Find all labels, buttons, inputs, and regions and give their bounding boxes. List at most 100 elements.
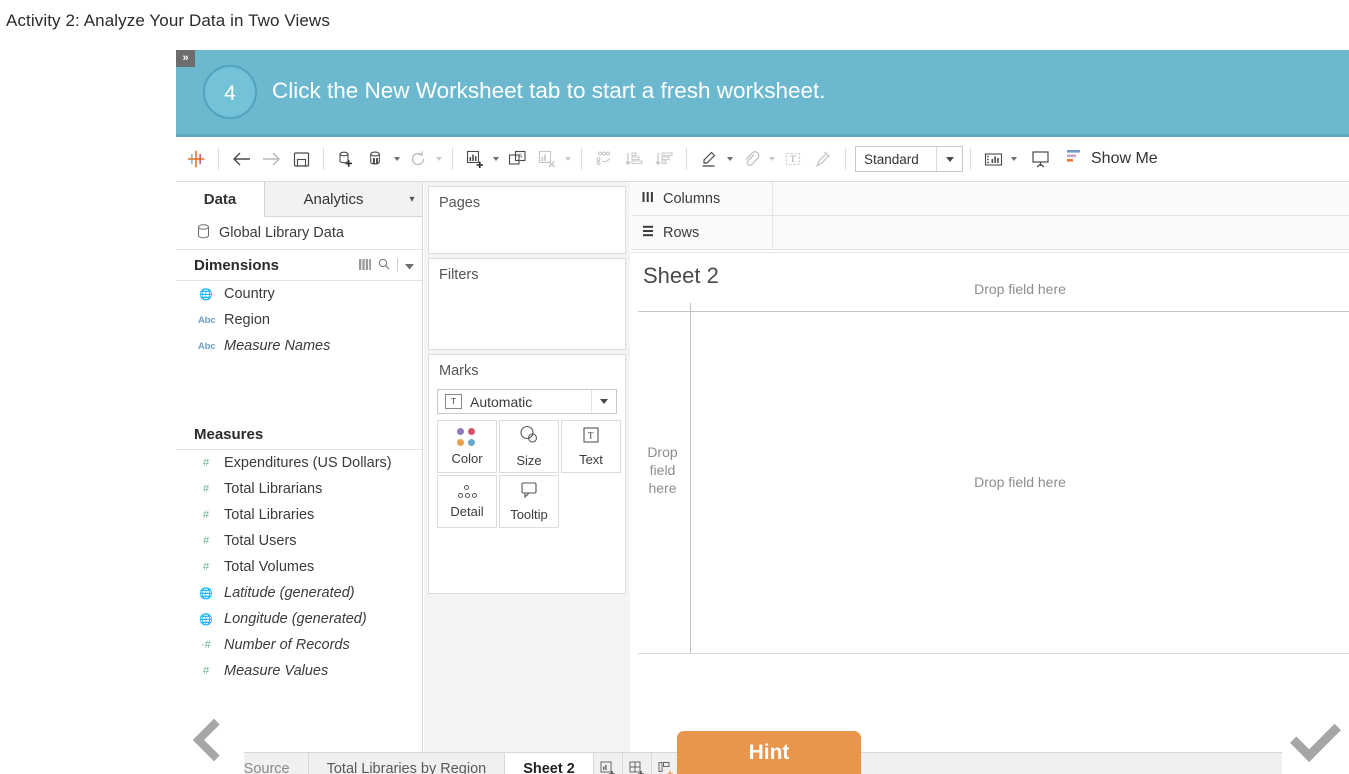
refresh-data-source-icon[interactable] — [403, 144, 433, 174]
marks-tooltip-button[interactable]: Tooltip — [499, 475, 559, 528]
measures-field-list: # Expenditures (US Dollars) # Total Libr… — [176, 450, 422, 684]
workspace-body: Data Analytics ▾ Global Library Data Dim… — [176, 182, 1349, 752]
group-dropdown-caret-icon[interactable] — [766, 144, 778, 174]
hint-button[interactable]: Hint — [677, 731, 861, 774]
columns-drop-zone[interactable] — [773, 182, 1349, 215]
marks-color-button[interactable]: Color — [437, 420, 497, 473]
new-worksheet-icon[interactable] — [460, 144, 490, 174]
field-expenditures[interactable]: # Expenditures (US Dollars) — [176, 450, 422, 476]
group-members-icon[interactable] — [736, 144, 766, 174]
drop-zone-left[interactable]: Drop field here — [639, 443, 686, 497]
field-label: Expenditures (US Dollars) — [224, 455, 392, 471]
sort-ascending-icon[interactable] — [619, 144, 649, 174]
fix-axes-icon[interactable] — [808, 144, 838, 174]
check-answer-button[interactable] — [1282, 706, 1349, 774]
fit-dropdown[interactable]: Standard — [855, 146, 963, 172]
highlight-icon[interactable] — [694, 144, 724, 174]
marks-text-button[interactable]: T Text — [561, 420, 621, 473]
tableau-window: A T — [176, 137, 1349, 774]
marks-card: Marks T Automatic Color — [428, 354, 626, 594]
clear-dropdown-caret-icon[interactable] — [562, 144, 574, 174]
tab-data[interactable]: Data — [176, 182, 265, 217]
svg-text:T: T — [790, 154, 796, 164]
mark-type-caret-icon[interactable] — [591, 390, 616, 413]
presentation-dropdown-caret-icon[interactable] — [1008, 144, 1020, 174]
show-me-button[interactable]: Show Me — [1067, 149, 1158, 169]
new-data-source-icon[interactable] — [331, 144, 361, 174]
field-longitude[interactable]: 🌐 Longitude (generated) — [176, 606, 422, 632]
grid-view-icon[interactable] — [359, 257, 371, 274]
data-source-row[interactable]: Global Library Data — [176, 217, 422, 250]
presentation-mode-icon[interactable] — [978, 144, 1008, 174]
measures-label: Measures — [194, 426, 414, 443]
field-label: Measure Values — [224, 663, 328, 679]
field-measure-names[interactable]: Abc Measure Names — [176, 333, 422, 359]
pages-label: Pages — [429, 187, 625, 211]
axis-horizontal-top — [638, 311, 1349, 312]
highlight-dropdown-caret-icon[interactable] — [724, 144, 736, 174]
pause-dropdown-caret-icon[interactable] — [391, 144, 403, 174]
rows-shelf-label: Rows — [631, 216, 773, 249]
slideshow-icon[interactable] — [1025, 144, 1055, 174]
chevron-down-icon[interactable] — [405, 257, 414, 274]
pages-card[interactable]: Pages — [428, 186, 626, 254]
cards-column: Pages Filters Marks T Automatic — [424, 182, 630, 752]
database-icon — [197, 224, 210, 243]
toolbar-divider — [970, 148, 971, 170]
duplicate-sheet-icon[interactable]: A — [502, 144, 532, 174]
forward-arrow-icon[interactable] — [256, 144, 286, 174]
checkmark-icon — [1290, 711, 1341, 762]
tab-analytics[interactable]: Analytics — [265, 182, 402, 216]
fit-dropdown-caret-icon[interactable] — [936, 147, 962, 171]
tab-total-libraries-by-region[interactable]: Total Libraries by Region — [309, 753, 506, 774]
search-icon[interactable] — [378, 257, 390, 274]
field-label: Measure Names — [224, 338, 330, 354]
field-total-libraries[interactable]: # Total Libraries — [176, 502, 422, 528]
data-pane-sort-icon[interactable]: ▾ — [402, 182, 422, 216]
drop-zone-top[interactable]: Drop field here — [691, 281, 1349, 297]
show-mark-labels-icon[interactable]: T — [778, 144, 808, 174]
mark-type-dropdown[interactable]: T Automatic — [437, 389, 617, 414]
refresh-dropdown-caret-icon[interactable] — [433, 144, 445, 174]
marks-detail-button[interactable]: Detail — [437, 475, 497, 528]
header-divider — [397, 258, 398, 272]
new-worksheet-tab-icon[interactable] — [594, 753, 623, 774]
field-region[interactable]: Abc Region — [176, 307, 422, 333]
previous-step-button[interactable] — [176, 706, 244, 774]
clear-sheet-icon[interactable] — [532, 144, 562, 174]
columns-shelf: Columns — [631, 182, 1349, 216]
field-label: Total Libraries — [224, 507, 314, 523]
back-arrow-icon[interactable] — [226, 144, 256, 174]
size-circles-icon — [518, 425, 540, 450]
save-icon[interactable] — [286, 144, 316, 174]
swap-rows-columns-icon[interactable] — [589, 144, 619, 174]
drop-zone-center[interactable]: Drop field here — [691, 474, 1349, 490]
globe-icon: 🌐 — [198, 288, 214, 301]
field-total-volumes[interactable]: # Total Volumes — [176, 554, 422, 580]
callout-collapse-button[interactable]: » — [176, 50, 195, 67]
data-pane-tabs: Data Analytics ▾ — [176, 182, 422, 217]
tableau-logo-icon[interactable] — [181, 144, 211, 174]
field-country[interactable]: 🌐 Country — [176, 281, 422, 307]
marks-size-button[interactable]: Size — [499, 420, 559, 473]
dimensions-header: Dimensions — [176, 250, 422, 281]
field-measure-values[interactable]: # Measure Values — [176, 658, 422, 684]
pause-auto-updates-icon[interactable] — [361, 144, 391, 174]
data-pane: Data Analytics ▾ Global Library Data Dim… — [176, 182, 423, 752]
sort-descending-icon[interactable] — [649, 144, 679, 174]
field-total-users[interactable]: # Total Users — [176, 528, 422, 554]
new-dashboard-tab-icon[interactable] — [623, 753, 652, 774]
field-latitude[interactable]: 🌐 Latitude (generated) — [176, 580, 422, 606]
color-dots-icon — [457, 428, 477, 448]
columns-label-text: Columns — [663, 191, 720, 207]
new-sheet-dropdown-caret-icon[interactable] — [490, 144, 502, 174]
filters-card[interactable]: Filters — [428, 258, 626, 350]
rows-drop-zone[interactable] — [773, 216, 1349, 249]
hash-dot-icon: ·# — [198, 639, 214, 651]
field-number-of-records[interactable]: ·# Number of Records — [176, 632, 422, 658]
marks-label: Marks — [429, 355, 625, 379]
field-total-librarians[interactable]: # Total Librarians — [176, 476, 422, 502]
tab-sheet-2[interactable]: Sheet 2 — [505, 753, 594, 774]
screenshot-root: Activity 2: Analyze Your Data in Two Vie… — [0, 0, 1349, 774]
sheet-canvas[interactable]: Sheet 2 Drop field here Drop field here … — [631, 252, 1349, 752]
